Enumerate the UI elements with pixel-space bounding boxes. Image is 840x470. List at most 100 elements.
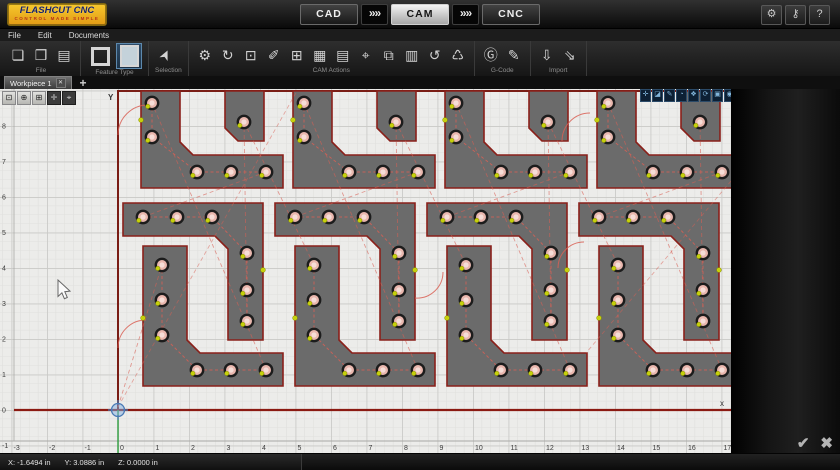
orbit-view-button[interactable]: ◔ <box>676 89 687 102</box>
zoom-extents-button[interactable]: ⊞ <box>32 91 46 105</box>
hole-lead-dot <box>542 123 546 127</box>
show-solid-button[interactable]: ▣ <box>712 89 723 102</box>
regenerate-toolpath-button[interactable]: ↻ <box>218 45 238 65</box>
drill-hole-center <box>244 318 249 323</box>
hole-lead-dot <box>156 301 160 305</box>
menu-bar: File Edit Documents <box>0 29 840 41</box>
mode-tab-cam[interactable]: CAM <box>391 4 449 25</box>
toolpath-extents-button[interactable]: ⌖ <box>356 45 376 65</box>
ruler-tick-label: 15 <box>653 445 661 452</box>
workpiece-tab-bar: Workpiece 1 ✕ + <box>0 76 840 89</box>
feature-filled-button[interactable] <box>116 43 142 69</box>
undo-button[interactable]: ↺ <box>425 45 445 65</box>
new-file-button[interactable]: ❏ <box>8 45 28 65</box>
flashcut-logo: FLASHCUT CNC CONTROL MADE SIMPLE <box>7 3 107 26</box>
license-key-button[interactable]: ⚷ <box>785 5 806 25</box>
lead-in-point <box>595 118 600 123</box>
ruler-tick-label: -3 <box>14 445 20 452</box>
pan-view-button[interactable]: ✛ <box>640 89 651 102</box>
import-gcode-button[interactable]: ⇩ <box>537 45 557 65</box>
lead-in-out-button[interactable]: ✐ <box>264 45 284 65</box>
feature-outline-button[interactable] <box>87 43 113 69</box>
hole-lead-dot <box>298 104 302 108</box>
simulate-cut-button[interactable]: ⊡ <box>241 45 261 65</box>
snap-grid-button[interactable]: ❖ <box>688 89 699 102</box>
menu-edit[interactable]: Edit <box>38 31 52 40</box>
drill-hole-center <box>263 367 268 372</box>
zoom-window-button[interactable]: ⊡ <box>2 91 16 105</box>
cam-viewport[interactable]: Yx-3-2-101234567891011121314151617876543… <box>0 89 840 453</box>
hole-lead-dot <box>241 322 245 326</box>
toolbar-group-label: Feature Type <box>87 69 142 77</box>
fit-to-material-button[interactable]: ⊞ <box>287 45 307 65</box>
fab-settings-gears-button[interactable]: ⚙ <box>195 45 215 65</box>
lead-in-point <box>565 268 570 273</box>
mode-tab-cnc[interactable]: CNC <box>482 4 540 25</box>
hole-lead-dot <box>495 173 499 177</box>
edit-gcode-button[interactable]: ✎ <box>504 45 524 65</box>
close-tab-icon[interactable]: ✕ <box>56 78 66 88</box>
save-file-button[interactable]: ▤ <box>54 45 74 65</box>
drill-hole-center <box>719 367 724 372</box>
edit-points-button[interactable]: ✎ <box>664 89 675 102</box>
workpiece-tab[interactable]: Workpiece 1 ✕ <box>4 76 72 89</box>
status-bar: X: -1.6494 in Y: 3.0886 in Z: 0.0000 in <box>0 453 840 470</box>
hole-lead-dot <box>627 218 631 222</box>
pan-button[interactable]: ✛ <box>47 91 61 105</box>
ruler-tick-label: 0 <box>2 408 6 415</box>
add-tab-button[interactable]: + <box>80 77 87 89</box>
ruler-tick-label: 6 <box>2 195 6 202</box>
menu-file[interactable]: File <box>8 31 21 40</box>
drill-hole-center <box>463 332 468 337</box>
hole-lead-dot <box>156 336 160 340</box>
mode-tab-cad[interactable]: CAD <box>300 4 358 25</box>
drill-hole-center <box>513 214 518 219</box>
refresh-view-button[interactable]: ⟳ <box>700 89 711 102</box>
workpiece-tab-label: Workpiece 1 <box>10 79 52 88</box>
x-coordinate: X: -1.6494 in <box>8 458 51 467</box>
shade-view-button[interactable]: ◪ <box>652 89 663 102</box>
toolbar-group-selection: ➤ Selection <box>149 41 189 76</box>
drill-hole-center <box>396 318 401 323</box>
print-button[interactable]: ▥ <box>402 45 422 65</box>
toolbar-group-label: Selection <box>155 67 182 75</box>
hole-lead-dot <box>241 291 245 295</box>
hole-lead-dot <box>495 371 499 375</box>
generate-gcode-button[interactable]: Ⓖ <box>481 45 501 65</box>
select-pointer-button[interactable]: ➤ <box>155 45 175 65</box>
drill-hole-center <box>396 287 401 292</box>
ruler-tick-label: 1 <box>156 445 160 452</box>
ruler-tick-label: 17 <box>724 445 732 452</box>
ruler-tick-label: -1 <box>2 443 8 450</box>
hole-lead-dot <box>564 173 568 177</box>
toolbar-group-cam-actions: ⚙↻⊡✐⊞▦▤⌖⧉▥↺♺CAM Actions <box>189 41 475 76</box>
settings-button[interactable]: ⚙ <box>761 5 782 25</box>
job-report-button[interactable]: ▤ <box>333 45 353 65</box>
zoom-in-button[interactable]: ⊕ <box>17 91 31 105</box>
hole-lead-dot <box>681 173 685 177</box>
cancel-button[interactable]: ✖ <box>820 436 833 451</box>
nesting-array-button[interactable]: ▦ <box>310 45 330 65</box>
drill-hole-center <box>140 214 145 219</box>
accept-button[interactable]: ✔ <box>797 436 810 451</box>
feature-outline-icon <box>91 47 110 66</box>
open-file-button[interactable]: ❒ <box>31 45 51 65</box>
menu-documents[interactable]: Documents <box>69 31 109 40</box>
drill-hole-center <box>326 214 331 219</box>
help-button[interactable]: ? <box>809 5 830 25</box>
output-sheet-button[interactable]: ⧉ <box>379 45 399 65</box>
hole-lead-dot <box>510 218 514 222</box>
measure-button[interactable]: ⌖ <box>62 91 76 105</box>
drill-hole-center <box>346 367 351 372</box>
drill-hole-center <box>453 100 458 105</box>
delete-toolpath-button[interactable]: ♺ <box>448 45 468 65</box>
drill-hole-center <box>463 297 468 302</box>
nesting-canvas[interactable]: Yx-3-2-101234567891011121314151617876543… <box>0 89 731 453</box>
hole-lead-dot <box>393 291 397 295</box>
ruler-tick-label: 7 <box>369 445 373 452</box>
import-drawing-button[interactable]: ⇘ <box>560 45 580 65</box>
drill-hole-center <box>292 214 297 219</box>
logo-tagline: CONTROL MADE SIMPLE <box>8 16 106 22</box>
lead-in-point <box>139 118 144 123</box>
hole-lead-dot <box>450 104 454 108</box>
